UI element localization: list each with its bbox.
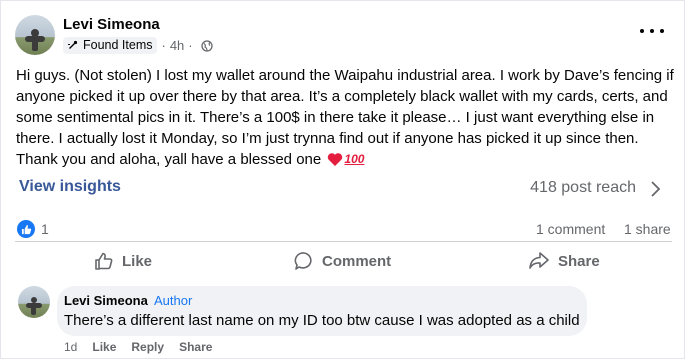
post-reach[interactable]: 418 post reach bbox=[530, 179, 636, 197]
author-name[interactable]: Levi Simeona bbox=[63, 16, 160, 33]
like-reaction-icon[interactable] bbox=[17, 220, 35, 238]
meta-separator: · bbox=[161, 38, 166, 53]
comment-share-button[interactable]: Share bbox=[179, 340, 212, 354]
post-meta: Found Items · 4h · bbox=[63, 37, 213, 54]
divider bbox=[15, 241, 672, 242]
share-button[interactable]: Share bbox=[528, 248, 600, 274]
comment-label: Comment bbox=[322, 252, 392, 270]
share-count[interactable]: 1 share bbox=[624, 221, 671, 237]
view-insights-link[interactable]: View insights bbox=[19, 178, 121, 196]
comment-text: There’s a different last name on my ID t… bbox=[64, 312, 580, 329]
comment-icon bbox=[294, 252, 312, 270]
group-badge-label: Found Items bbox=[83, 38, 153, 52]
more-icon bbox=[640, 29, 644, 33]
post-time[interactable]: 4h bbox=[170, 38, 184, 53]
post-card: Levi Simeona Found Items · 4h · Hi guys.… bbox=[0, 0, 685, 359]
group-icon bbox=[68, 40, 78, 49]
comment-author[interactable]: Levi Simeona bbox=[64, 293, 148, 308]
comment-like-button[interactable]: Like bbox=[92, 340, 116, 354]
share-icon bbox=[529, 252, 549, 269]
globe-icon bbox=[200, 39, 213, 52]
comment-actions: 1d Like Reply Share bbox=[64, 340, 227, 354]
comment-time[interactable]: 1d bbox=[64, 340, 77, 354]
author-avatar[interactable] bbox=[15, 15, 55, 55]
share-label: Share bbox=[558, 252, 600, 270]
more-options-button[interactable] bbox=[640, 21, 664, 41]
comment-count[interactable]: 1 comment bbox=[536, 221, 605, 237]
like-label: Like bbox=[122, 252, 153, 270]
author-badge: Author bbox=[154, 293, 193, 308]
chevron-right-icon[interactable] bbox=[650, 179, 662, 199]
heart-emoji-icon bbox=[328, 153, 343, 166]
post-body: Hi guys. (Not stolen) I lost my wallet a… bbox=[16, 65, 676, 170]
hundred-emoji-icon: 100 bbox=[344, 152, 365, 166]
like-button[interactable]: Like bbox=[94, 248, 152, 274]
reaction-count[interactable]: 1 bbox=[41, 221, 49, 237]
thumbs-up-icon bbox=[95, 252, 113, 270]
group-badge[interactable]: Found Items bbox=[63, 37, 158, 54]
commenter-avatar[interactable] bbox=[18, 286, 50, 318]
comment-button[interactable]: Comment bbox=[294, 248, 391, 274]
comment-reply-button[interactable]: Reply bbox=[131, 340, 164, 354]
meta-separator: · bbox=[188, 38, 193, 53]
